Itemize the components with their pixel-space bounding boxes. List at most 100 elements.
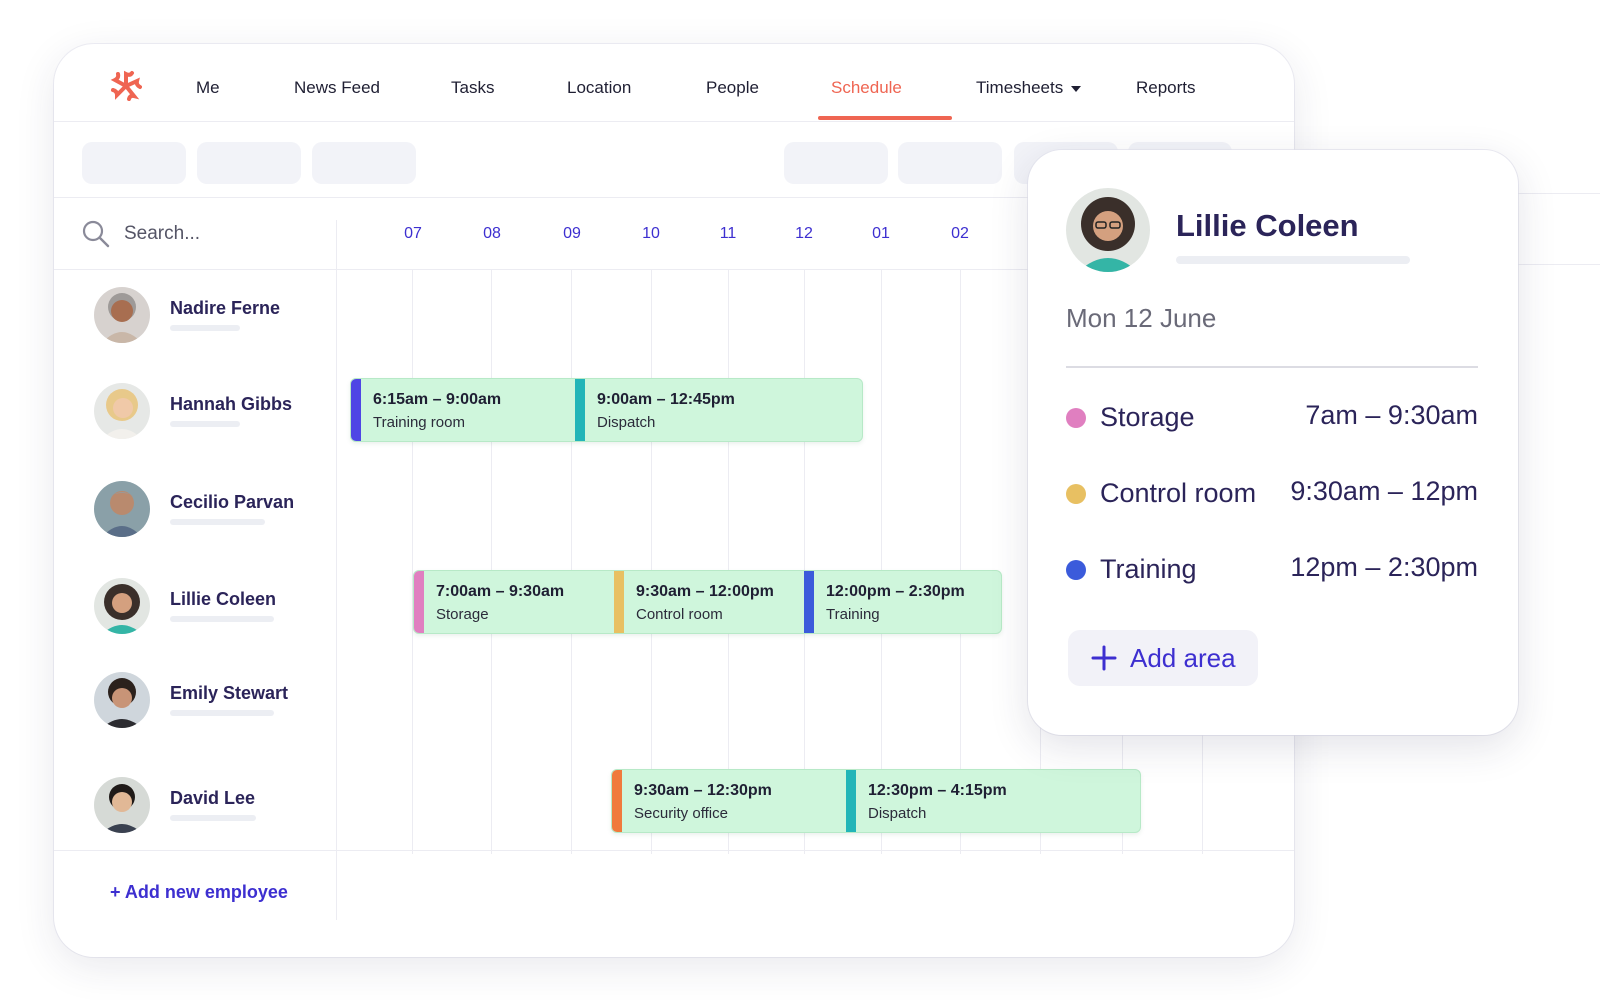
- employee-row[interactable]: Nadire Ferne: [94, 287, 334, 347]
- avatar: [94, 672, 150, 728]
- grid-line: [804, 270, 805, 854]
- employee-name: Nadire Ferne: [170, 298, 281, 318]
- nav-item-timesheets[interactable]: Timesheets: [976, 78, 1082, 98]
- toolbar-button-placeholder[interactable]: [82, 142, 186, 184]
- area-color-bar: [804, 571, 814, 633]
- nav-item-tasks[interactable]: Tasks: [451, 78, 494, 98]
- shift-time: 12:00pm – 2:30pm: [826, 583, 965, 600]
- hour-label: 09: [563, 225, 581, 242]
- toolbar-button-placeholder[interactable]: [312, 142, 416, 184]
- grid-line: [728, 270, 729, 854]
- hour-label: 11: [719, 225, 737, 242]
- area-time: 7am – 9:30am: [1305, 400, 1478, 430]
- area-row[interactable]: Storage 7am – 9:30am: [1066, 398, 1478, 438]
- area-name: Control room: [1100, 478, 1257, 508]
- area-row[interactable]: Training 12pm – 2:30pm: [1066, 550, 1478, 590]
- employee-name: Lillie Coleen: [170, 589, 277, 609]
- add-area-label: Add area: [1130, 643, 1236, 673]
- area-color-bar: [414, 571, 424, 633]
- hour-label: 12: [795, 225, 813, 242]
- employee-name: Cecilio Parvan: [170, 492, 295, 512]
- shift-area: Dispatch: [868, 805, 927, 822]
- avatar: [94, 383, 150, 439]
- hour-label: 08: [483, 225, 501, 242]
- divider: [1066, 366, 1478, 368]
- employee-subtitle-placeholder: [170, 325, 240, 331]
- employee-name: Hannah Gibbs: [170, 394, 293, 414]
- toolbar-button-placeholder[interactable]: [898, 142, 1002, 184]
- caret-down-icon: [1071, 85, 1082, 92]
- employee-subtitle-placeholder: [170, 421, 240, 427]
- plus-icon: [1091, 645, 1117, 671]
- area-color-bar: [351, 379, 361, 441]
- employee-row[interactable]: Lillie Coleen: [94, 578, 334, 638]
- shift-block[interactable]: 9:30am – 12:30pm Security office: [612, 770, 846, 832]
- shift-area: Dispatch: [597, 414, 656, 431]
- nav-item-reports[interactable]: Reports: [1136, 78, 1196, 98]
- grid-line: [881, 270, 882, 854]
- area-color-bar: [612, 770, 622, 832]
- add-employee-link[interactable]: + Add new employee: [110, 882, 288, 903]
- shift-area: Security office: [634, 805, 728, 822]
- grid-line: [960, 270, 961, 854]
- area-dot-icon: [1066, 408, 1086, 428]
- area-time: 12pm – 2:30pm: [1290, 552, 1478, 582]
- employee-row[interactable]: Cecilio Parvan: [94, 481, 334, 541]
- shift-block[interactable]: 6:15am – 9:00am Training room: [351, 379, 575, 441]
- area-color-bar: [614, 571, 624, 633]
- shift-row-lillie: 7:00am – 9:30am Storage 9:30am – 12:00pm…: [413, 570, 1002, 634]
- divider: [54, 850, 1294, 851]
- employee-row[interactable]: Hannah Gibbs: [94, 383, 334, 443]
- area-color-bar: [575, 379, 585, 441]
- avatar: [94, 287, 150, 343]
- employee-subtitle-placeholder: [170, 519, 265, 525]
- hour-label: 01: [872, 225, 890, 242]
- area-dot-icon: [1066, 484, 1086, 504]
- shift-block[interactable]: 7:00am – 9:30am Storage: [414, 571, 614, 633]
- toolbar-button-placeholder[interactable]: [784, 142, 888, 184]
- avatar: [94, 777, 150, 833]
- search-input[interactable]: Search...: [124, 223, 200, 245]
- avatar: [94, 481, 150, 537]
- shift-row-hannah: 6:15am – 9:00am Training room 9:00am – 1…: [350, 378, 863, 442]
- divider: [1518, 264, 1600, 265]
- shift-area: Storage: [436, 606, 489, 623]
- employee-row[interactable]: Emily Stewart: [94, 672, 334, 732]
- employee-name: Emily Stewart: [170, 683, 289, 703]
- employee-row[interactable]: David Lee: [94, 777, 334, 837]
- shift-block[interactable]: 12:00pm – 2:30pm Training: [804, 571, 1001, 633]
- asterisk-logo-icon[interactable]: [110, 70, 142, 102]
- area-row[interactable]: Control room 9:30am – 12pm: [1066, 474, 1478, 514]
- search-icon: [82, 220, 110, 248]
- area-name: Storage: [1100, 402, 1195, 432]
- area-name: Training: [1100, 554, 1197, 584]
- employee-subtitle-placeholder: [170, 616, 274, 622]
- nav-item-schedule[interactable]: Schedule: [831, 78, 902, 98]
- grid-line: [571, 270, 572, 854]
- nav-item-me[interactable]: Me: [196, 78, 220, 98]
- nav-item-timesheets-label: Timesheets: [976, 78, 1064, 97]
- shift-block[interactable]: 9:30am – 12:00pm Control room: [614, 571, 804, 633]
- nav-item-news-feed[interactable]: News Feed: [294, 78, 380, 98]
- employee-detail-card: Lillie Coleen Mon 12 June Storage 7am – …: [1028, 150, 1518, 735]
- nav-item-location[interactable]: Location: [567, 78, 631, 98]
- nav-item-people[interactable]: People: [706, 78, 759, 98]
- detail-employee-name: Lillie Coleen: [1176, 208, 1359, 243]
- toolbar-button-placeholder[interactable]: [197, 142, 301, 184]
- shift-block[interactable]: 12:30pm – 4:15pm Dispatch: [846, 770, 1140, 832]
- divider: [1518, 193, 1600, 194]
- shift-time: 9:30am – 12:00pm: [636, 583, 774, 600]
- shift-time: 6:15am – 9:00am: [373, 391, 502, 408]
- area-time: 9:30am – 12pm: [1290, 476, 1478, 506]
- grid-line: [491, 270, 492, 854]
- grid-line: [651, 270, 652, 854]
- add-area-button[interactable]: Add area: [1068, 630, 1258, 686]
- column-divider: [336, 220, 337, 920]
- shift-area: Control room: [636, 606, 723, 623]
- avatar: [94, 578, 150, 634]
- detail-date: Mon 12 June: [1066, 303, 1217, 333]
- hour-label: 07: [404, 225, 422, 242]
- shift-time: 12:30pm – 4:15pm: [868, 782, 1007, 799]
- shift-block[interactable]: 9:00am – 12:45pm Dispatch: [575, 379, 862, 441]
- avatar: [1066, 188, 1150, 272]
